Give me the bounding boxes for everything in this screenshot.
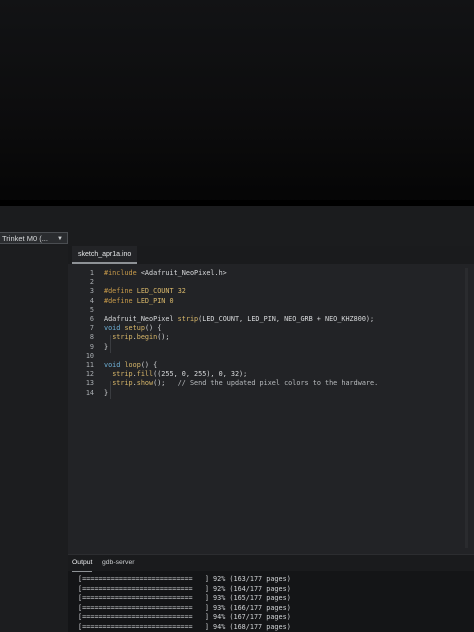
monitor-background: [0, 0, 474, 205]
tab-gdb-server[interactable]: gdb-server: [102, 555, 135, 571]
line-number: 2: [89, 278, 94, 287]
line-number: 10: [85, 351, 94, 360]
code-line: }: [104, 388, 109, 397]
line-number: 8: [89, 333, 94, 342]
code-line: #define LED_COUNT 32: [104, 287, 186, 296]
output-tab-bar: Output gdb-server: [68, 554, 474, 572]
line-number: 12: [85, 370, 94, 379]
board-selector-label: Trinket M0 (...: [2, 234, 48, 243]
line-number: 5: [89, 305, 94, 314]
output-panel: Output gdb-server [=====================…: [68, 554, 474, 632]
code-line: Adafruit_NeoPixel strip(LED_COUNT, LED_P…: [104, 315, 375, 323]
code-line: strip.show(); // Send the updated pixel …: [112, 379, 379, 388]
tab-output[interactable]: Output: [72, 555, 93, 572]
editor-tab-bar: sketch_apr1a.ino: [68, 246, 474, 264]
line-number: 1: [89, 269, 94, 277]
code-line: }: [104, 342, 109, 351]
toolbar: Trinket M0 (... ▼: [0, 206, 474, 246]
output-line: [=========================== ] 94% (167/…: [78, 613, 291, 622]
line-number: 11: [85, 361, 94, 369]
output-line: [=========================== ] 92% (164/…: [78, 584, 291, 593]
code-line: #define LED_PIN 0: [104, 296, 174, 305]
board-selector[interactable]: Trinket M0 (... ▼: [0, 232, 68, 244]
line-number: 14: [85, 388, 94, 397]
line-number: 9: [89, 342, 94, 351]
sidebar: [0, 246, 68, 632]
output-line: [=========================== ] 93% (165/…: [78, 594, 291, 603]
code-line: void setup() {: [104, 324, 162, 333]
editor-scrollbar[interactable]: [465, 268, 468, 548]
code-editor[interactable]: 1 #include <Adafruit_NeoPixel.h> 2 3 #define…: [68, 264, 474, 554]
chevron-down-icon: ▼: [57, 236, 63, 242]
line-number: 4: [89, 296, 94, 305]
output-line: [=========================== ] 93% (166/…: [78, 603, 291, 612]
line-number: 3: [89, 287, 94, 296]
code-line: strip.fill((255, 0, 255), 0, 32);: [112, 370, 248, 379]
code-line: #include <Adafruit_NeoPixel.h>: [104, 269, 227, 277]
ide-window: Trinket M0 (... ▼ sketch_apr1a.ino 1 #inc…: [0, 206, 474, 632]
line-number: 6: [89, 315, 94, 323]
code-line: strip.begin();: [112, 333, 170, 342]
tab-sketch-file[interactable]: sketch_apr1a.ino: [72, 246, 138, 264]
code-line: void loop() {: [104, 361, 158, 369]
line-number: 13: [85, 379, 94, 388]
output-line: [=========================== ] 92% (163/…: [78, 575, 291, 583]
output-line: [=========================== ] 94% (168/…: [78, 623, 291, 631]
tab-label: sketch_apr1a.ino: [78, 251, 132, 258]
line-number: 7: [89, 324, 94, 333]
